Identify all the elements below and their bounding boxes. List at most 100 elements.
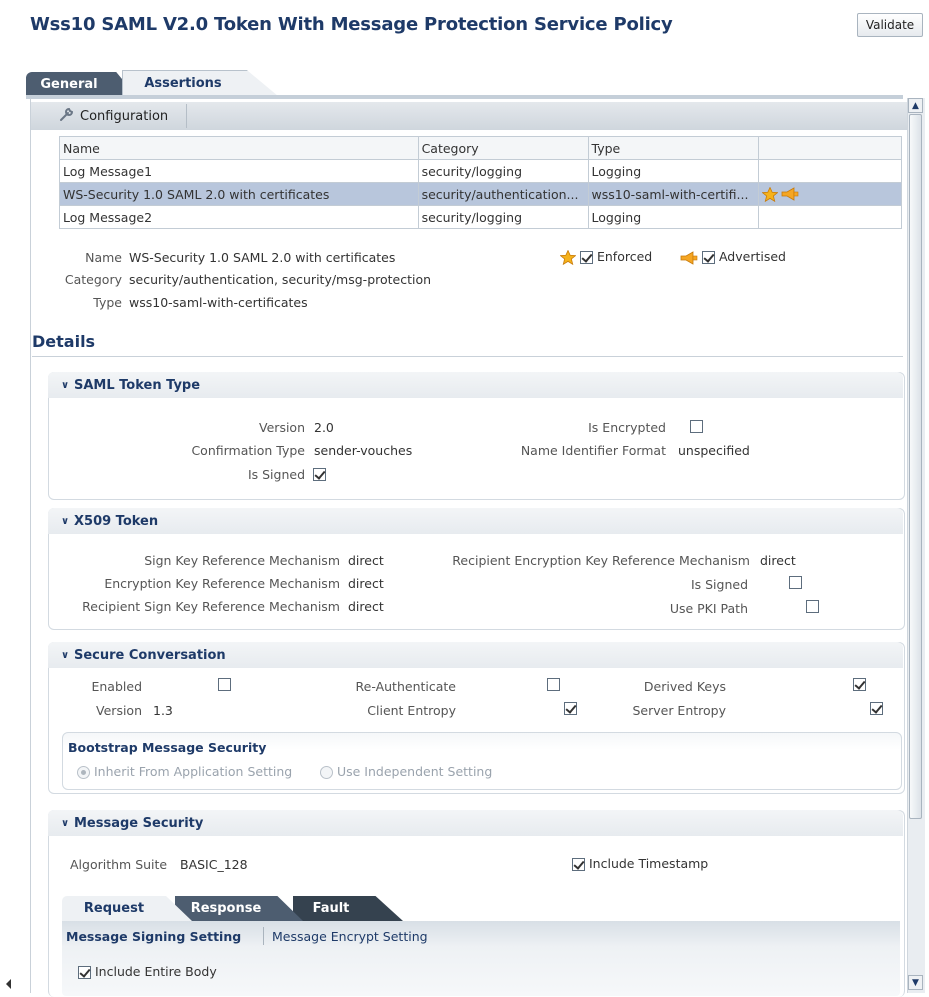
row-category: security/logging bbox=[417, 159, 589, 183]
message-encrypt-tab[interactable]: Message Encrypt Setting bbox=[272, 929, 428, 944]
row-type: Logging bbox=[587, 159, 759, 183]
details-heading: Details bbox=[32, 332, 96, 351]
x509-section-title: X509 Token bbox=[74, 513, 159, 529]
saml-encrypted-label: Is Encrypted bbox=[588, 420, 666, 435]
tab-assertions[interactable]: Assertions bbox=[122, 70, 278, 96]
saml-nameid-value: unspecified bbox=[678, 443, 750, 458]
scroll-left-icon[interactable] bbox=[6, 979, 11, 989]
enforced-checkbox[interactable] bbox=[579, 251, 593, 264]
category-value: security/authentication, security/msg-pr… bbox=[129, 272, 432, 287]
saml-confirmation-value: sender-vouches bbox=[314, 443, 413, 458]
saml-nameid-label: Name Identifier Format bbox=[520, 443, 666, 458]
row-name: Log Message1 bbox=[59, 159, 419, 183]
secconv-enabled-label: Enabled bbox=[91, 679, 142, 694]
saml-signed-checkbox[interactable] bbox=[313, 468, 326, 481]
saml-encrypted-checkbox[interactable] bbox=[690, 420, 704, 433]
row-status bbox=[757, 182, 902, 206]
entire-body-group: Include Entire Body bbox=[78, 964, 217, 979]
x509-pki-label: Use PKI Path bbox=[669, 601, 748, 616]
secconv-server-entropy-label: Server Entropy bbox=[632, 703, 726, 718]
message-signing-tab[interactable]: Message Signing Setting bbox=[66, 929, 241, 944]
table-row[interactable]: Log Message2 security/logging Logging bbox=[59, 205, 902, 229]
row-status bbox=[757, 205, 902, 229]
independent-radio-group[interactable]: Use Independent Setting bbox=[320, 764, 492, 779]
inherit-radio-group[interactable]: Inherit From Application Setting bbox=[77, 764, 292, 779]
secconv-client-entropy-checkbox[interactable] bbox=[563, 702, 577, 715]
saml-section-header[interactable]: ∨ SAML Token Type bbox=[48, 372, 903, 398]
x509-signed-label: Is Signed bbox=[690, 577, 748, 592]
name-label: Name bbox=[85, 250, 122, 265]
inherit-label: Inherit From Application Setting bbox=[93, 764, 293, 779]
secconv-derived-keys-label: Derived Keys bbox=[643, 679, 726, 694]
page-title: Wss10 SAML V2.0 Token With Message Prote… bbox=[30, 14, 673, 35]
algorithm-suite-value: BASIC_128 bbox=[180, 857, 248, 872]
validate-button[interactable]: Validate bbox=[857, 13, 923, 37]
scrollbar-thumb[interactable] bbox=[909, 114, 922, 819]
advertised-checkbox[interactable] bbox=[701, 251, 715, 264]
include-timestamp-label: Include Timestamp bbox=[588, 856, 709, 871]
enforced-group: Enforced bbox=[559, 249, 653, 266]
saml-section-title: SAML Token Type bbox=[74, 377, 201, 393]
secconv-section-header[interactable]: ∨ Secure Conversation bbox=[48, 642, 903, 668]
advertised-megaphone-icon bbox=[680, 249, 698, 265]
saml-version-value: 2.0 bbox=[314, 420, 334, 435]
x509-signed-checkbox[interactable] bbox=[789, 576, 803, 589]
bootstrap-title: Bootstrap Message Security bbox=[68, 740, 267, 755]
row-status bbox=[757, 159, 902, 183]
scroll-up-icon[interactable]: ▲ bbox=[908, 98, 923, 113]
advertised-megaphone-icon bbox=[781, 187, 799, 202]
include-timestamp-checkbox[interactable] bbox=[572, 858, 585, 871]
secconv-server-entropy-checkbox[interactable] bbox=[870, 702, 884, 715]
assertions-table: Name Category Type Log Message1 security… bbox=[59, 136, 902, 229]
row-category: security/logging bbox=[417, 205, 589, 229]
column-header-type[interactable]: Type bbox=[587, 136, 759, 160]
x509-rec-enc-label: Recipient Encryption Key Reference Mecha… bbox=[452, 553, 750, 568]
row-category: security/authentication... bbox=[417, 182, 589, 206]
secconv-version-label: Version bbox=[96, 703, 142, 718]
msgsec-section-header[interactable]: ∨ Message Security bbox=[48, 810, 903, 836]
configuration-button[interactable]: Configuration bbox=[58, 104, 188, 128]
table-row-selected[interactable]: WS-Security 1.0 SAML 2.0 with certificat… bbox=[59, 182, 902, 206]
column-header-name[interactable]: Name bbox=[59, 136, 419, 160]
msgsec-section-title: Message Security bbox=[74, 815, 204, 831]
enforced-star-icon bbox=[559, 249, 577, 266]
enforced-label: Enforced bbox=[596, 249, 653, 264]
x509-enc-key-label: Encryption Key Reference Mechanism bbox=[104, 576, 340, 591]
tab-general[interactable]: General bbox=[26, 72, 136, 96]
x509-pki-checkbox[interactable] bbox=[806, 600, 820, 613]
independent-radio[interactable] bbox=[320, 766, 333, 779]
row-name: Log Message2 bbox=[59, 205, 419, 229]
x509-sign-key-label: Sign Key Reference Mechanism bbox=[144, 553, 340, 568]
saml-signed-label: Is Signed bbox=[247, 467, 305, 482]
column-header-category[interactable]: Category bbox=[417, 136, 589, 160]
collapse-caret-icon[interactable]: ∨ bbox=[59, 649, 71, 661]
algorithm-suite-label: Algorithm Suite bbox=[70, 857, 168, 872]
inherit-radio[interactable] bbox=[77, 766, 90, 779]
secconv-version-value: 1.3 bbox=[153, 703, 173, 718]
table-header-row: Name Category Type bbox=[59, 136, 902, 160]
collapse-caret-icon[interactable]: ∨ bbox=[59, 379, 71, 391]
secconv-reauth-label: Re-Authenticate bbox=[355, 679, 456, 694]
x509-enc-key-value: direct bbox=[348, 576, 384, 591]
independent-label: Use Independent Setting bbox=[336, 764, 493, 779]
scroll-down-icon[interactable]: ▼ bbox=[908, 975, 923, 990]
advertised-label: Advertised bbox=[718, 249, 786, 264]
row-type: wss10-saml-with-certifi... bbox=[587, 182, 759, 206]
name-value: WS-Security 1.0 SAML 2.0 with certificat… bbox=[129, 250, 396, 265]
collapse-caret-icon[interactable]: ∨ bbox=[59, 515, 71, 527]
x509-rec-sign-value: direct bbox=[348, 599, 384, 614]
x509-sign-key-value: direct bbox=[348, 553, 384, 568]
saml-confirmation-label: Confirmation Type bbox=[191, 443, 305, 458]
secconv-derived-keys-checkbox[interactable] bbox=[852, 678, 866, 691]
x509-section-header[interactable]: ∨ X509 Token bbox=[48, 508, 903, 534]
secconv-enabled-checkbox[interactable] bbox=[217, 678, 231, 691]
secconv-client-entropy-label: Client Entropy bbox=[367, 703, 456, 718]
table-row[interactable]: Log Message1 security/logging Logging bbox=[59, 159, 902, 183]
saml-version-label: Version bbox=[259, 420, 305, 435]
x509-rec-enc-value: direct bbox=[760, 553, 796, 568]
secconv-reauth-checkbox[interactable] bbox=[546, 678, 560, 691]
collapse-caret-icon[interactable]: ∨ bbox=[59, 817, 71, 829]
include-entire-body-checkbox[interactable] bbox=[78, 966, 91, 979]
include-entire-body-label: Include Entire Body bbox=[94, 964, 217, 979]
timestamp-group: Include Timestamp bbox=[572, 856, 708, 871]
